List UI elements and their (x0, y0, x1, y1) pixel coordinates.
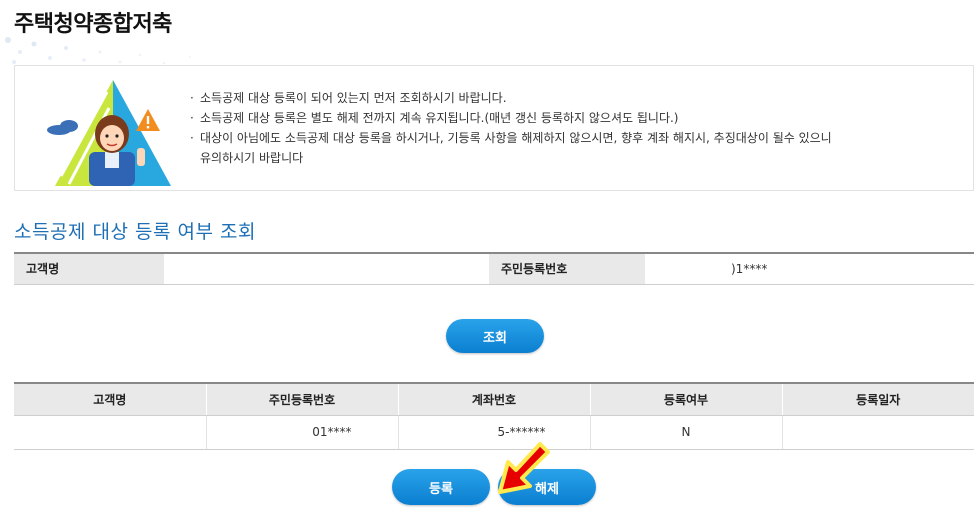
cell-name (14, 415, 207, 450)
section-title: 소득공제 대상 등록 여부 조회 (14, 221, 256, 243)
col-header-rrn: 주민등록번호 (206, 382, 399, 416)
name-value (164, 252, 489, 285)
result-header-row: 고객명 주민등록번호 계좌번호 등록여부 등록일자 (14, 382, 974, 416)
col-header-name: 고객명 (14, 382, 207, 416)
pointer-arrow-icon (498, 442, 550, 494)
notice-item: 대상이 아님에도 소득공제 대상 등록을 하시거나, 기등록 사항을 해제하지 … (190, 128, 970, 168)
col-header-account: 계좌번호 (398, 382, 591, 416)
notice-item: 소득공제 대상 등록은 별도 해제 전까지 계속 유지됩니다.(매년 갱신 등록… (190, 108, 970, 128)
name-label: 고객명 (14, 252, 164, 285)
rrn-label: 주민등록번호 (489, 252, 645, 285)
warning-icon (136, 109, 160, 131)
page-title: 주택청약종합저축 (14, 12, 172, 37)
notice-box: 소득공제 대상 등록이 되어 있는지 먼저 조회하시기 바랍니다. 소득공제 대… (14, 65, 974, 191)
page: 주택청약종합저축 소득공제 대상 등록이 되어 있는지 먼저 조회하시기 바랍니… (0, 0, 980, 513)
notice-item-continuation: 유의하시기 바랍니다 (200, 151, 304, 165)
col-header-date: 등록일자 (782, 382, 974, 416)
cell-registered: N (590, 415, 783, 450)
cell-rrn: 01**** (206, 415, 399, 450)
col-header-registered: 등록여부 (590, 382, 783, 416)
search-button[interactable]: 조회 (446, 319, 544, 353)
notice-list: 소득공제 대상 등록이 되어 있는지 먼저 조회하시기 바랍니다. 소득공제 대… (190, 88, 970, 168)
consultant-illustration-icon (47, 80, 171, 186)
lookup-table: 고객명 주민등록번호 )1**** (14, 252, 974, 285)
rrn-value: )1**** (645, 252, 974, 285)
cell-date (782, 415, 974, 450)
notice-item: 소득공제 대상 등록이 되어 있는지 먼저 조회하시기 바랍니다. (190, 88, 970, 108)
